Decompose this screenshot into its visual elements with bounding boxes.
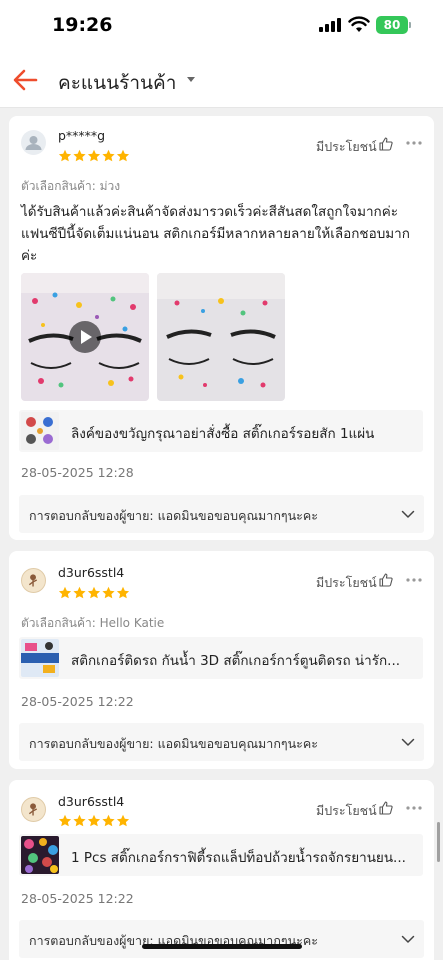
product-variant: ตัวเลือกสินค้า: ม่วง [21,179,121,193]
battery-icon: 80 [376,16,408,34]
product-variant: ตัวเลือกสินค้า: Hello Katie [21,616,165,630]
reviewer-name: d3ur6sstl4 [58,565,125,580]
seller-reply[interactable]: การตอบกลับของผู้ขาย: แอดมินขอขอบคุณมากๆน… [19,495,424,533]
review-date: 28-05-2025 12:22 [21,891,134,906]
thumbs-up-icon[interactable] [379,573,393,587]
product-name: 1 Pcs สติ๊กเกอร์กราฟิตี้รถแล็ปท็อปถ้วยน้… [71,850,406,866]
product-link[interactable]: ลิงค์ของขวัญกรุณาอย่าสั่งซื้อ สติ๊กเกอร์… [19,410,423,452]
review-video[interactable] [21,273,149,401]
status-time: 19:26 [52,14,113,36]
review-text: ได้รับสินค้าแล้วค่ะสินค้าจัดส่งมารวดเร็ว… [21,204,410,264]
wifi-icon [348,16,370,32]
more-options-icon[interactable] [405,577,423,583]
review-date: 28-05-2025 12:22 [21,694,134,709]
helpful-button[interactable]: มีประโยชน์ [316,137,377,157]
review-card: d3ur6sstl4 มีประโยชน์ ตัวเลือกสินค้า: He… [9,551,434,769]
helpful-button[interactable]: มีประโยชน์ [316,573,377,593]
home-indicator[interactable] [142,944,302,949]
seller-reply-text: แอดมินขอขอบคุณมากๆนะคะ [157,508,318,523]
seller-reply[interactable]: การตอบกลับของผู้ขาย: แอดมินขอขอบคุณมากๆน… [19,920,424,958]
product-name: ลิงค์ของขวัญกรุณาอย่าสั่งซื้อ สติ๊กเกอร์… [71,426,375,442]
status-bar: 19:26 80 [0,0,443,52]
seller-reply-label: การตอบกลับของผู้ขาย: [29,736,154,751]
more-options-icon[interactable] [405,140,423,146]
scrollbar[interactable] [437,822,440,862]
header: คะแนนร้านค้า [0,52,443,108]
more-options-icon[interactable] [405,805,423,811]
avatar[interactable] [21,797,46,822]
avatar[interactable] [21,568,46,593]
seller-reply-text: แอดมินขอขอบคุณมากๆนะคะ [157,736,318,751]
page-title[interactable]: คะแนนร้านค้า [58,68,176,98]
back-arrow-icon[interactable] [10,64,42,96]
avatar[interactable] [21,130,46,155]
thumbs-up-icon[interactable] [379,801,393,815]
seller-reply[interactable]: การตอบกลับของผู้ขาย: แอดมินขอขอบคุณมากๆน… [19,723,424,761]
star-rating [58,585,130,599]
helpful-button[interactable]: มีประโยชน์ [316,801,377,821]
product-link[interactable]: สติกเกอร์ติดรถ กันน้ำ 3D สติ๊กเกอร์การ์ต… [19,637,423,679]
product-link[interactable]: 1 Pcs สติ๊กเกอร์กราฟิตี้รถแล็ปท็อปถ้วยน้… [19,834,423,876]
chevron-down-icon[interactable] [401,507,415,521]
chevron-down-icon[interactable] [187,77,195,82]
product-thumbnail [21,412,59,450]
seller-reply-label: การตอบกลับของผู้ขาย: [29,508,154,523]
star-rating [58,813,130,827]
review-card: d3ur6sstl4 มีประโยชน์ 1 Pcs สติ๊กเกอร์กร… [9,780,434,960]
reviewer-name: p*****g [58,128,106,143]
review-card: p*****g มีประโยชน์ ตัวเลือกสินค้า: ม่วง … [9,116,434,540]
star-rating [58,148,130,162]
thumbs-up-icon[interactable] [379,137,393,151]
product-name: สติกเกอร์ติดรถ กันน้ำ 3D สติ๊กเกอร์การ์ต… [71,653,401,669]
review-date: 28-05-2025 12:28 [21,465,134,480]
product-thumbnail [21,836,59,874]
battery-tip [409,22,411,28]
product-thumbnail [21,639,59,677]
seller-reply-label: การตอบกลับของผู้ขาย: [29,933,154,948]
chevron-down-icon[interactable] [401,932,415,946]
play-icon[interactable] [69,321,101,353]
chevron-down-icon[interactable] [401,735,415,749]
reviewer-name: d3ur6sstl4 [58,794,125,809]
review-photo[interactable] [157,273,285,401]
cellular-signal-icon [319,18,343,32]
